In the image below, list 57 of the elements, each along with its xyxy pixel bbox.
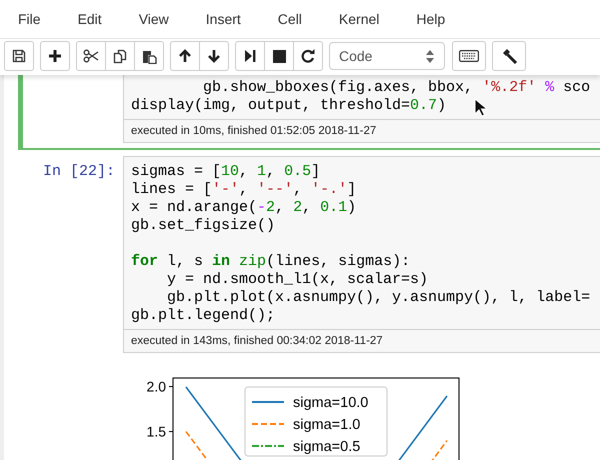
cell-type-select[interactable]: Code — [329, 42, 445, 70]
move-up-button[interactable] — [170, 41, 200, 71]
restart-button[interactable] — [293, 41, 323, 71]
hammer-icon — [501, 48, 517, 64]
code-line: display(img, output, threshold=0.7) — [131, 97, 446, 115]
scissors-icon — [83, 49, 99, 63]
execution-time: executed in 10ms, finished 01:52:05 2018-11-27 — [123, 120, 600, 143]
stop-icon — [272, 50, 286, 62]
restart-icon — [301, 49, 315, 63]
copy-button[interactable] — [105, 41, 135, 71]
keyboard-button[interactable] — [452, 41, 486, 71]
run-button[interactable] — [235, 41, 265, 71]
code-line: x = nd.arange(-2, 2, 0.1) — [131, 199, 356, 217]
execution-time: executed in 143ms, finished 00:34:02 2018-11-27 — [123, 330, 600, 353]
hammer-button[interactable] — [492, 41, 526, 71]
keyboard-icon — [459, 50, 479, 62]
copy-icon — [112, 48, 128, 64]
menu-item[interactable]: File — [8, 9, 51, 29]
up-arrow-icon — [178, 49, 192, 63]
menu-item[interactable]: Edit — [68, 9, 112, 29]
menu-item[interactable]: Kernel — [328, 9, 390, 29]
tick-mark — [168, 431, 174, 432]
save-button[interactable] — [4, 41, 34, 71]
add-button[interactable] — [40, 41, 70, 71]
y-tick-label: 2.0 — [146, 378, 166, 395]
up-down-caret-icon — [426, 50, 434, 62]
down-arrow-icon — [207, 49, 221, 63]
move-down-button[interactable] — [199, 41, 229, 71]
code-line: gb.plt.plot(x.asnumpy(), y.asnumpy(), l, label= — [166, 289, 590, 307]
code-line: gb.plt.legend(); — [131, 307, 276, 325]
notebook-cell[interactable]: gb.show_bboxes(fig.axes, bbox, '%.2f' % sco display(img, output, threshold=0.7) executed in 10ms, finished 01:52:05 2018-11-27 — [18, 75, 600, 150]
legend-label: sigma=0.5 — [293, 439, 360, 455]
menu-item[interactable]: View — [128, 9, 179, 29]
paste-icon — [142, 48, 156, 64]
code-editor[interactable] — [123, 156, 600, 330]
code-line: lines = ['-', '--', '-.'] — [131, 181, 356, 199]
code-line: gb.set_figsize() — [131, 217, 276, 235]
code-editor[interactable]: gb.show_bboxes(fig.axes, bbox, '%.2f' % sco display(img, output, threshold=0.7) — [123, 75, 600, 120]
cut-button[interactable] — [76, 41, 106, 71]
mouse-cursor-icon — [474, 98, 487, 117]
y-tick-label: 1.5 — [146, 424, 166, 440]
legend-label: sigma=1.0 — [293, 417, 360, 433]
paste-button[interactable] — [134, 41, 164, 71]
menu-item[interactable]: Cell — [268, 9, 312, 29]
code-line: for l, s in zip(lines, sigmas): — [131, 252, 410, 271]
code-line: y = nd.smooth_l1(x, scalar=s) — [166, 271, 428, 289]
tick-mark — [168, 386, 174, 388]
stop-button[interactable] — [264, 41, 294, 71]
menu-item[interactable]: Insert — [196, 9, 251, 29]
legend-label: sigma=10.0 — [293, 395, 368, 411]
code-line: gb.show_bboxes(fig.axes, bbox, '%.2f' % sco — [202, 79, 590, 97]
menu-item[interactable]: Help — [406, 9, 456, 29]
input-prompt: In [22]: — [42, 163, 116, 180]
save-icon — [12, 49, 26, 63]
step-forward-icon — [244, 49, 256, 63]
plus-icon — [48, 49, 62, 63]
code-line: sigmas = [10, 1, 0.5] — [131, 163, 320, 181]
